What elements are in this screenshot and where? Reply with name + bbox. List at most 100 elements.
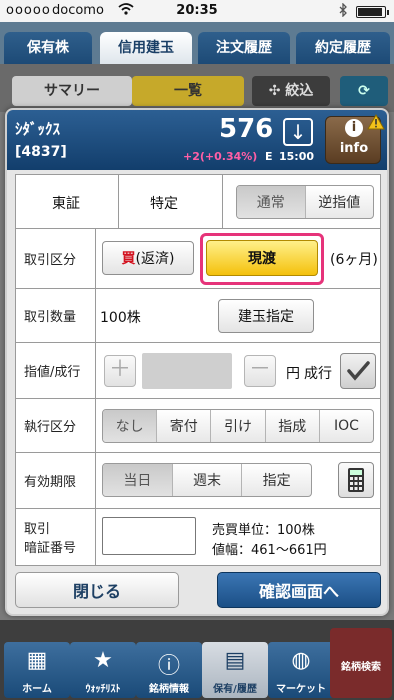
filter-icon: ✣: [268, 83, 286, 99]
buy-char: 買: [121, 251, 136, 267]
trade-unit-info: 売買単位：100株: [212, 523, 315, 538]
bluetooth-icon: [338, 2, 348, 21]
nav-stock-info[interactable]: ⓘ 銘柄情報: [136, 642, 202, 698]
execution-close[interactable]: 引け: [211, 410, 266, 442]
limit-price-input[interactable]: [142, 353, 232, 389]
tab-holdings[interactable]: 保有株: [4, 32, 92, 64]
execution-toggle: なし 寄付 引け 指成 IOC: [102, 409, 374, 443]
close-button[interactable]: 閉じる: [15, 572, 179, 608]
stock-search-button[interactable]: 銘柄検索: [330, 628, 392, 698]
nav-watchlist[interactable]: ★ ｳｫｯﾁﾘｽﾄ: [70, 642, 136, 698]
price-label: 指値/成行: [16, 343, 96, 398]
home-grid-icon: ▦: [26, 648, 48, 673]
pin-label: 取引 暗証番号: [16, 509, 96, 565]
expiry-specify[interactable]: 指定: [242, 464, 311, 496]
order-form: 東証 特定 通常 逆指値 取引区分 買 (返済) 現渡 (6ヶ月) 取引数量 10…: [15, 174, 381, 566]
battery-icon: [356, 6, 389, 18]
pin-label-line1: 取引: [24, 522, 51, 537]
form-row-price: 指値/成行 ＋ － 円 成行: [16, 343, 380, 399]
market-label: 東証: [52, 196, 80, 212]
confirm-button[interactable]: 確認画面へ: [217, 572, 381, 608]
calculator-button[interactable]: [338, 462, 374, 498]
clock: 20:35: [176, 3, 218, 18]
nav-stock-info-label: 銘柄情報: [149, 684, 189, 695]
expiry-toggle: 当日 週末 指定: [102, 463, 312, 497]
list-button[interactable]: 一覧: [132, 76, 244, 106]
nav-holdings[interactable]: ▤ 保有/履歴: [202, 642, 268, 698]
form-row-pin: 取引 暗証番号 売買単位：100株 値幅：461〜661円: [16, 509, 380, 565]
warning-icon: [367, 114, 385, 130]
nav-home-label: ホーム: [22, 684, 52, 695]
price-minus-button[interactable]: －: [244, 355, 276, 387]
order-type-stop[interactable]: 逆指値: [306, 186, 374, 218]
bottom-nav: ▦ ホーム ★ ｳｫｯﾁﾘｽﾄ ⓘ 銘柄情報 ▤ 保有/履歴 ◍ マーケット 銘…: [0, 620, 394, 700]
stock-code: [4837]: [15, 144, 67, 160]
execution-label: 執行区分: [16, 399, 96, 452]
folder-star-icon: ★: [93, 648, 113, 673]
quantity-label: 取引数量: [16, 289, 96, 342]
globe-icon: ◍: [291, 648, 311, 673]
nav-holdings-label: 保有/履歴: [213, 684, 257, 695]
filter-button[interactable]: ✣ 絞込: [252, 76, 330, 106]
nav-home[interactable]: ▦ ホーム: [4, 642, 70, 698]
refresh-icon: ⟳: [358, 83, 370, 99]
trade-kind-label: 取引区分: [16, 229, 96, 288]
clipboard-icon: ▤: [224, 648, 246, 673]
order-type-toggle: 通常 逆指値: [236, 185, 374, 219]
form-row-expiry: 有効期限 当日 週末 指定: [16, 453, 380, 509]
price-range-info: 値幅：461〜661円: [212, 543, 327, 558]
stock-price: 576: [219, 114, 274, 144]
market-order-checkbox[interactable]: [340, 353, 376, 389]
form-row-execution: 執行区分 なし 寄付 引け 指成 IOC: [16, 399, 380, 453]
main-tab-bar: 保有株 信用建玉 注文履歴 約定履歴: [0, 22, 394, 64]
refresh-button[interactable]: ⟳: [340, 76, 388, 106]
nav-market-label: マーケット: [276, 684, 326, 695]
download-button[interactable]: ↓: [283, 118, 313, 146]
arrow-down-icon: ↓: [289, 120, 307, 144]
stock-name: ｼﾀﾞｯｸｽ: [15, 120, 61, 138]
nav-market[interactable]: ◍ マーケット: [268, 642, 334, 698]
current-delivery-button[interactable]: 現渡: [206, 240, 318, 276]
order-modal: ｼﾀﾞｯｸｽ [4837] 576 +2(+0.34%) E 15:00 ↓ i…: [5, 108, 389, 616]
tab-execution-history[interactable]: 約定履歴: [296, 32, 390, 64]
yen-unit: 円: [286, 366, 300, 382]
calculator-icon: [348, 468, 364, 492]
form-row-quantity: 取引数量 100株 建玉指定: [16, 289, 380, 343]
order-type-normal[interactable]: 通常: [237, 186, 306, 218]
summary-button[interactable]: サマリー: [12, 76, 132, 106]
divider: [118, 175, 119, 229]
expiry-label: 有効期限: [16, 453, 96, 508]
buy-close-label: (返済): [135, 251, 175, 267]
checkmark-icon: [347, 361, 370, 381]
price-plus-button[interactable]: ＋: [104, 355, 136, 387]
form-row-market: 東証 特定 通常 逆指値: [16, 175, 380, 229]
execution-none[interactable]: なし: [103, 410, 158, 442]
price-change: +2(+0.34%): [183, 150, 258, 163]
account-type: 特定: [150, 196, 178, 212]
filter-label: 絞込: [285, 83, 314, 99]
pin-label-line2: 暗証番号: [24, 541, 77, 556]
form-row-trade-kind: 取引区分 買 (返済) 現渡 (6ヶ月): [16, 229, 380, 289]
price-time: 15:00: [279, 150, 315, 163]
position-select-button[interactable]: 建玉指定: [218, 299, 314, 333]
price-indicator: E: [265, 150, 273, 163]
nav-watchlist-label: ｳｫｯﾁﾘｽﾄ: [85, 684, 121, 695]
execution-limit-market[interactable]: 指成: [266, 410, 320, 442]
status-bar: ooooo docomo 20:35: [0, 0, 394, 22]
tab-margin-positions[interactable]: 信用建玉: [100, 32, 192, 64]
buy-close-button[interactable]: 買 (返済): [102, 241, 194, 275]
market-order-label: 成行: [304, 366, 332, 382]
info-icon: i: [345, 119, 363, 137]
tab-order-history[interactable]: 注文履歴: [198, 32, 290, 64]
execution-open[interactable]: 寄付: [157, 410, 212, 442]
pin-input[interactable]: [102, 517, 196, 555]
quantity-value: 100株: [100, 310, 141, 326]
execution-ioc[interactable]: IOC: [320, 410, 373, 442]
info-label: info: [339, 141, 369, 156]
stock-search-label: 銘柄検索: [341, 662, 381, 673]
divider: [222, 175, 223, 229]
stock-info-icon: ⓘ: [157, 654, 180, 679]
expiry-today[interactable]: 当日: [103, 464, 173, 496]
expiry-weekend[interactable]: 週末: [173, 464, 243, 496]
stock-header: ｼﾀﾞｯｸｽ [4837] 576 +2(+0.34%) E 15:00 ↓ i…: [7, 110, 387, 170]
